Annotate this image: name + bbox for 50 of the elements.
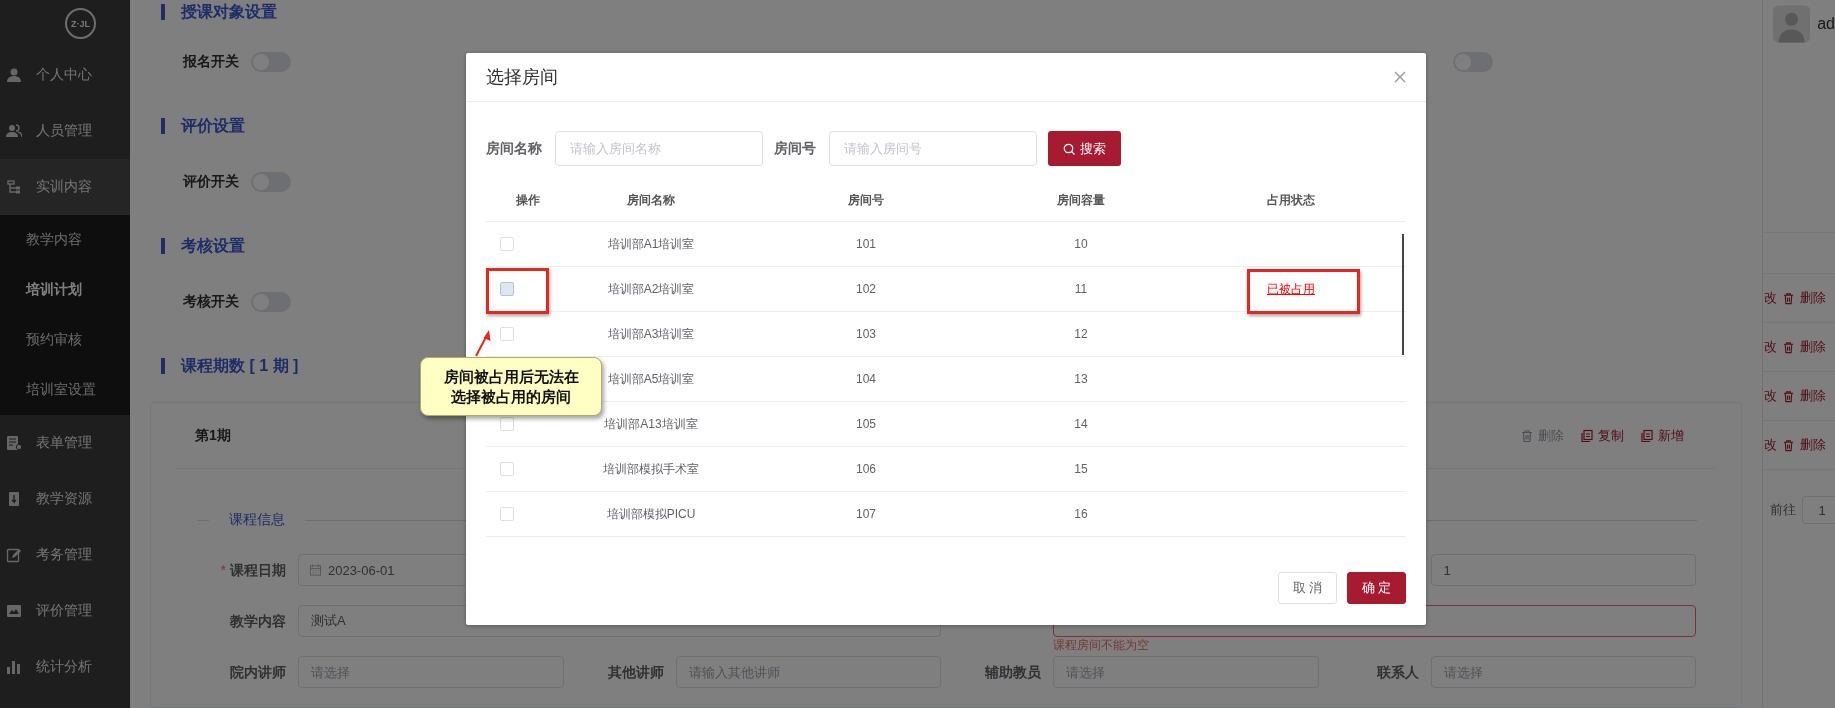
table-cell: 102 xyxy=(856,282,876,296)
required-mark: * xyxy=(220,562,226,578)
table-cell: 14 xyxy=(1074,417,1088,431)
section-title: 课程期数 [ 1 期 ] xyxy=(181,355,299,376)
field-label: 辅助教员 xyxy=(985,664,1041,680)
switch-label: 评价开关 xyxy=(183,173,239,191)
table-cell: 10 xyxy=(1074,237,1088,251)
legend-title: 课程信息 xyxy=(229,511,285,529)
table-cell: 培训部A3培训室 xyxy=(607,326,695,341)
table-cell: 培训部A13培训室 xyxy=(604,416,698,431)
table-cell: 105 xyxy=(856,417,876,431)
section-title: 考核设置 xyxy=(181,235,245,256)
section-title: 授课对象设置 xyxy=(181,1,277,22)
callout-text: 房间被占用后无法在选择被占用的房间 xyxy=(442,367,580,406)
table-cell: 101 xyxy=(856,237,876,251)
field-label: 教学内容 xyxy=(230,613,286,629)
table-cell: 培训部A1培训室 xyxy=(607,236,695,251)
goto-label: 前往 xyxy=(1770,501,1796,519)
column-header: 房间号 xyxy=(847,192,885,209)
table-cell: 107 xyxy=(856,507,876,521)
table-cell: 培训部模拟PICU xyxy=(606,506,696,521)
table-cell: 培训部A2培训室 xyxy=(607,281,695,296)
column-header: 房间名称 xyxy=(626,192,676,209)
table-cell: 15 xyxy=(1074,462,1088,476)
switch-label: 考核开关 xyxy=(183,293,239,311)
section-title: 评价设置 xyxy=(181,115,245,136)
search-label: 房间号 xyxy=(774,139,816,158)
dialog-title: 选择房间 xyxy=(486,66,558,89)
table-cell: 13 xyxy=(1074,372,1088,386)
table-cell: 11 xyxy=(1074,282,1088,296)
table-cell: 培训部模拟手术室 xyxy=(603,461,699,476)
logo: Z·JL xyxy=(65,8,96,39)
column-header: 占用状态 xyxy=(1266,192,1316,209)
field-label: 其他讲师 xyxy=(607,664,664,680)
table-cell: 104 xyxy=(856,372,876,386)
column-header: 操作 xyxy=(515,192,541,209)
field-label: 院内讲师 xyxy=(230,664,286,680)
user-name: ad xyxy=(1817,15,1835,33)
switch-label: 报名开关 xyxy=(183,53,239,71)
field-label: 联系人 xyxy=(1376,664,1419,680)
search-label: 房间名称 xyxy=(486,139,542,158)
table-cell: 16 xyxy=(1074,507,1088,521)
error-message: 课程房间不能为空 xyxy=(1053,637,1150,653)
table-cell: 106 xyxy=(856,462,876,476)
table-cell: 103 xyxy=(856,327,876,341)
field-label: 课程日期 xyxy=(230,562,286,578)
column-header: 房间容量 xyxy=(1056,192,1106,209)
table-cell: 培训部A5培训室 xyxy=(607,371,695,386)
card-title: 第1期 xyxy=(195,426,231,445)
table-cell: 12 xyxy=(1074,327,1088,341)
